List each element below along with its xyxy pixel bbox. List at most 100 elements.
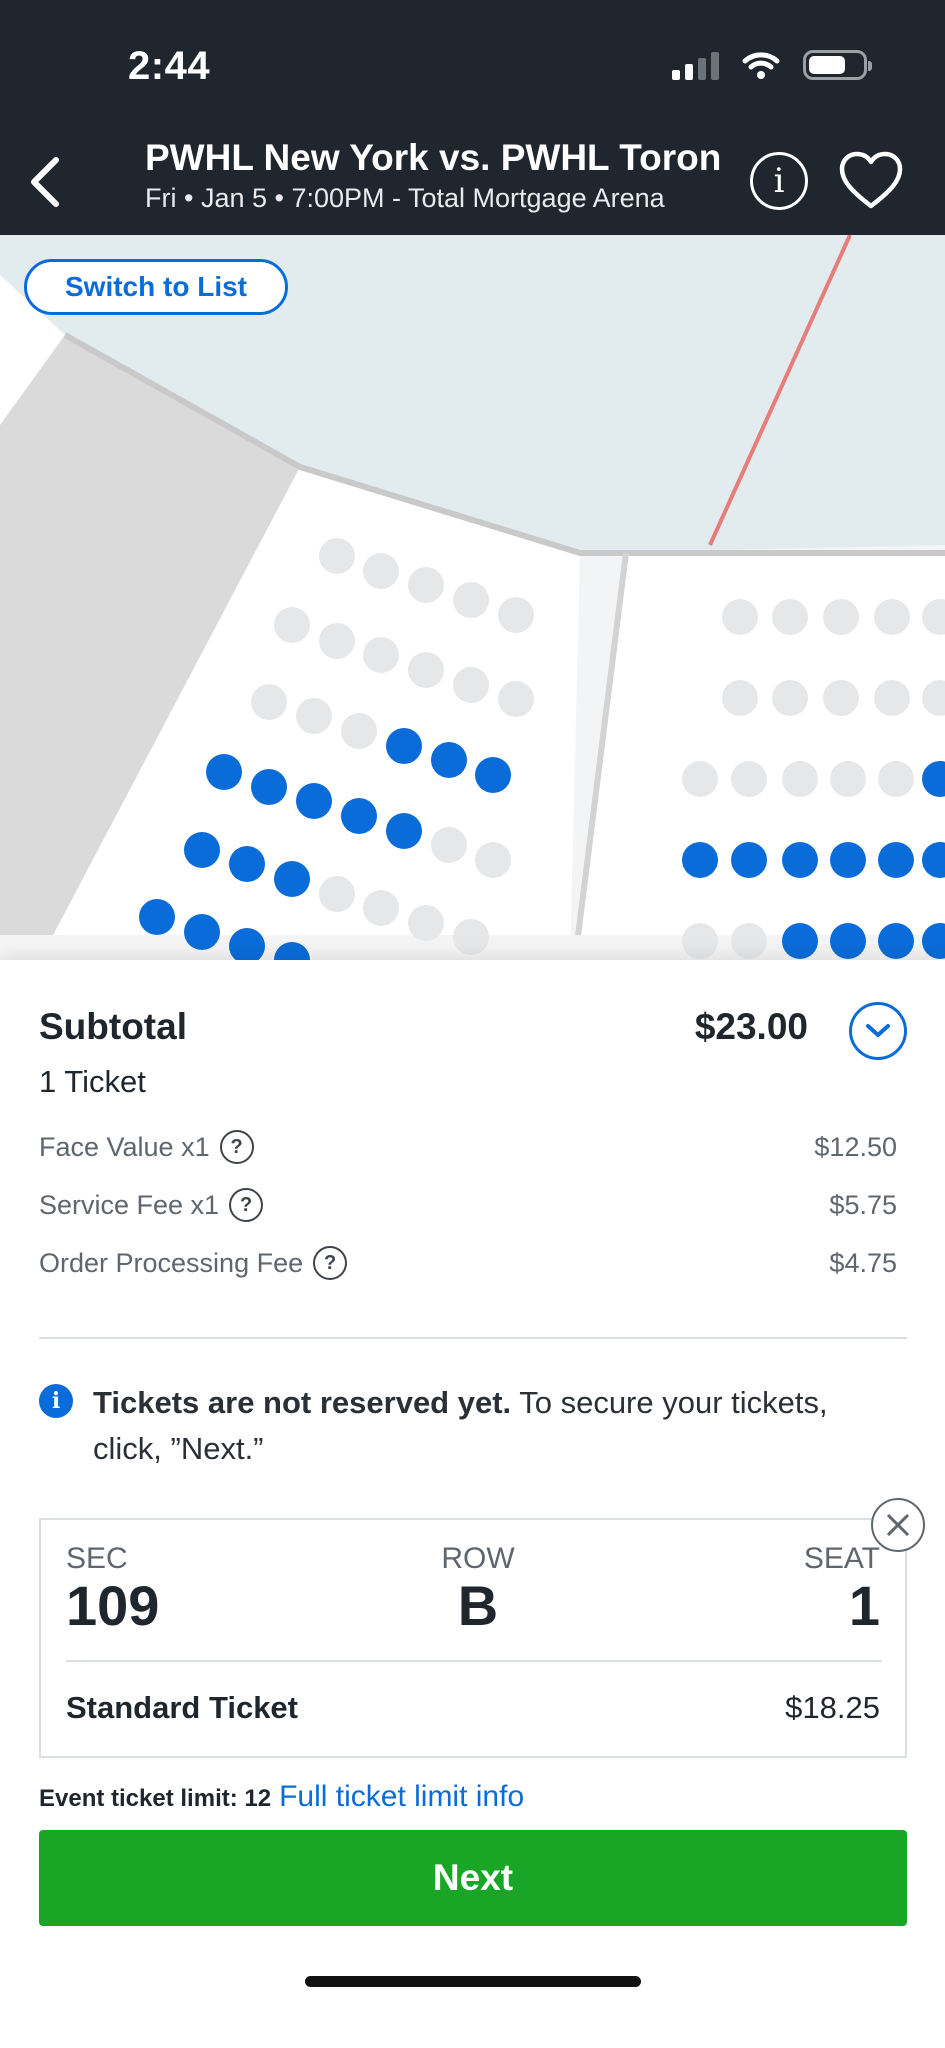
info-icon: i	[773, 161, 785, 201]
available-seat[interactable]	[184, 832, 220, 868]
available-seat[interactable]	[296, 783, 332, 819]
event-title: PWHL New York vs. PWHL Toron	[145, 137, 722, 178]
unavailable-seat	[453, 667, 489, 703]
status-time: 2:44	[128, 44, 211, 88]
available-seat[interactable]	[184, 914, 220, 950]
unavailable-seat	[823, 680, 859, 716]
section-value: 109	[66, 1574, 160, 1637]
fee-label: Service Fee x1	[39, 1189, 220, 1220]
unavailable-seat	[731, 761, 767, 797]
available-seat[interactable]	[475, 757, 511, 793]
available-seat[interactable]	[386, 728, 422, 764]
signal-icon	[672, 50, 719, 80]
fee-label: Order Processing Fee	[39, 1247, 304, 1278]
unavailable-seat	[878, 761, 914, 797]
back-button[interactable]	[14, 152, 74, 212]
available-seat[interactable]	[830, 923, 866, 959]
available-seat[interactable]	[251, 769, 287, 805]
seat-value: 1	[848, 1574, 880, 1637]
reservation-notice: i Tickets are not reserved yet. To secur…	[39, 1380, 899, 1472]
unavailable-seat	[823, 599, 859, 635]
subtotal-label: Subtotal	[39, 1006, 187, 1047]
fee-row-service-fee: Service Fee x1? $5.75	[39, 1188, 897, 1222]
available-seat[interactable]	[878, 923, 914, 959]
available-seat[interactable]	[386, 813, 422, 849]
available-seat[interactable]	[431, 742, 467, 778]
available-seat[interactable]	[682, 842, 718, 878]
header-bar: 2:44 PWHL New York vs. PWHL Toron Fri • …	[0, 0, 945, 235]
row-block: ROW B	[438, 1542, 518, 1636]
available-seat[interactable]	[878, 842, 914, 878]
unavailable-seat	[319, 623, 355, 659]
ticket-type: Standard Ticket	[66, 1690, 299, 1725]
fee-value: $12.50	[814, 1131, 897, 1162]
unavailable-seat	[722, 680, 758, 716]
battery-icon	[803, 50, 872, 80]
unavailable-seat	[682, 761, 718, 797]
available-seat[interactable]	[782, 842, 818, 878]
available-seat[interactable]	[731, 842, 767, 878]
help-icon[interactable]: ?	[229, 1188, 264, 1222]
unavailable-seat	[363, 890, 399, 926]
wifi-icon	[742, 52, 780, 79]
info-button[interactable]: i	[750, 152, 808, 210]
unavailable-seat	[319, 876, 355, 912]
row-value: B	[457, 1574, 499, 1637]
divider	[66, 1660, 882, 1662]
unavailable-seat	[251, 684, 287, 720]
unavailable-seat	[431, 827, 467, 863]
unavailable-seat	[363, 553, 399, 589]
seat-map-canvas[interactable]	[0, 235, 945, 960]
unavailable-seat	[408, 905, 444, 941]
ticket-count: 1 Ticket	[39, 1064, 146, 1099]
unavailable-seat	[682, 923, 718, 959]
ticket-card: SEC 109 ROW B SEAT 1 Standard Ticket $18…	[39, 1518, 907, 1758]
unavailable-seat	[475, 842, 511, 878]
fee-value: $4.75	[829, 1247, 897, 1278]
next-button[interactable]: Next	[39, 1830, 907, 1926]
unavailable-seat	[274, 607, 310, 643]
available-seat[interactable]	[341, 798, 377, 834]
fee-row-face-value: Face Value x1? $12.50	[39, 1130, 897, 1164]
seat-label: SEAT	[803, 1542, 880, 1575]
ticket-limit-link[interactable]: Full ticket limit info	[279, 1780, 524, 1814]
notice-bold: Tickets are not reserved yet.	[93, 1385, 512, 1420]
order-summary-panel: Subtotal $23.00 1 Ticket Face Value x1? …	[0, 960, 945, 2048]
unavailable-seat	[341, 713, 377, 749]
fee-value: $5.75	[829, 1189, 897, 1220]
unavailable-seat	[722, 599, 758, 635]
available-seat[interactable]	[139, 899, 175, 935]
seat-map[interactable]	[0, 235, 945, 960]
fee-label: Face Value x1	[39, 1131, 210, 1162]
heart-icon[interactable]	[838, 150, 904, 212]
unavailable-seat	[498, 681, 534, 717]
available-seat[interactable]	[830, 842, 866, 878]
unavailable-seat	[772, 599, 808, 635]
unavailable-seat	[408, 567, 444, 603]
unavailable-seat	[363, 637, 399, 673]
info-icon: i	[39, 1384, 73, 1418]
available-seat[interactable]	[274, 861, 310, 897]
divider	[39, 1337, 907, 1339]
home-indicator	[305, 1976, 641, 1987]
help-icon[interactable]: ?	[313, 1246, 348, 1280]
collapse-summary-button[interactable]	[849, 1002, 907, 1060]
ticket-price: $18.25	[785, 1690, 880, 1725]
close-icon	[886, 1513, 910, 1537]
available-seat[interactable]	[229, 846, 265, 882]
available-seat[interactable]	[782, 923, 818, 959]
unavailable-seat	[874, 680, 910, 716]
ticket-limit: Event ticket limit: 12 Full ticket limit…	[39, 1780, 524, 1814]
unavailable-seat	[453, 919, 489, 955]
available-seat[interactable]	[206, 754, 242, 790]
status-icons	[672, 50, 872, 80]
unavailable-seat	[498, 597, 534, 633]
unavailable-seat	[782, 761, 818, 797]
switch-to-list-button[interactable]: Switch to List	[24, 259, 288, 315]
unavailable-seat	[772, 680, 808, 716]
seat-block: SEAT 1	[804, 1542, 880, 1636]
unavailable-seat	[319, 538, 355, 574]
unavailable-seat	[830, 761, 866, 797]
remove-ticket-button[interactable]	[871, 1498, 925, 1552]
help-icon[interactable]: ?	[219, 1130, 254, 1164]
